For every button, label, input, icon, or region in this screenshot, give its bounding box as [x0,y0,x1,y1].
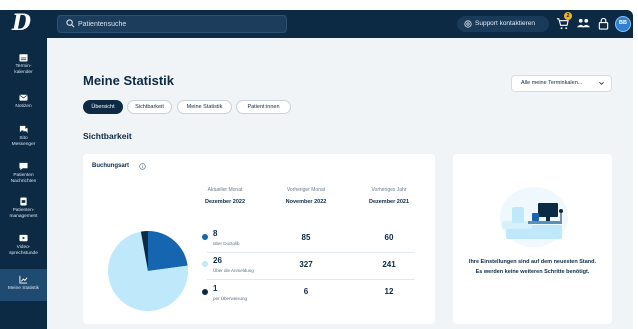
sidebar-item-label: Notizen [15,104,32,109]
cell-value: 6 [303,287,309,296]
tab-patientinnen[interactable]: Patient:innen [236,100,291,114]
row-label: über Doctolib [213,241,240,246]
app-frame: D Patientensuche Support kontaktieren 2 … [0,0,638,329]
column-header: Aktueller Monat [207,187,243,193]
sidebar-item-label: kalender [14,70,33,75]
row-value: 26 [213,256,222,265]
chart-icon [19,275,28,284]
lock-icon[interactable] [597,17,610,30]
cell-value: 327 [299,260,313,269]
cell-value: 12 [384,287,394,296]
cell-value: 60 [384,233,394,242]
row-value: 1 [213,284,218,293]
calendar-filter-select[interactable]: Alle meine Terminkalen... [511,75,612,92]
tab-meine-statistik[interactable]: Meine Statistik [177,100,232,114]
search-icon [66,19,75,28]
bookings-card-title: Buchungsart [92,163,130,169]
legend-dot [202,261,208,267]
calendar-filter-value: Alle meine Terminkalen... [521,80,583,86]
row-value: 8 [213,229,218,238]
bookings-card: Buchungsart Aktueller Monat Dezember 202… [83,154,435,324]
chevron-down-icon [599,81,604,85]
sidebar: Termin- kalender Notizen Sito Messenger … [0,38,47,329]
notification-badge: 2 [564,12,572,20]
sidebar-item-label: Messenger [11,142,36,147]
sidebar-item-terminkalender[interactable]: Termin- kalender [0,53,47,76]
support-button[interactable]: Support kontaktieren [457,16,549,32]
column-header: Vorheriger Monat [286,187,326,193]
user-avatar[interactable]: BB [615,16,631,32]
page-title: Meine Statistik [83,73,175,88]
file-icon [20,197,27,206]
calendar-icon [19,54,28,62]
sidebar-item-messenger[interactable]: Sito Messenger [0,125,47,148]
sidebar-item-label: sprechstunde [9,251,38,256]
legend-dot [202,289,208,295]
app-logo[interactable]: D [12,11,38,35]
help-icon [464,20,472,28]
settings-status-card: Ihre Einstellungen sind auf dem neuesten… [453,154,612,324]
row-divider [207,279,415,280]
search-placeholder: Patientensuche [78,21,127,28]
video-icon [19,234,28,242]
row-divider [207,252,415,253]
chat-icon [19,125,28,134]
patient-search-input[interactable]: Patientensuche [57,15,287,33]
column-period: Dezember 2022 [204,199,246,205]
sidebar-item-label: Meine Statistik [7,286,40,291]
team-icon[interactable] [577,17,590,30]
tab-uebersicht[interactable]: Übersicht [83,100,123,114]
legend-dot [202,234,208,240]
bookings-pie-chart [108,231,188,311]
row-label: per Überweisung [213,296,248,301]
mail-icon [19,94,28,101]
support-label: Support kontaktieren [475,20,535,27]
cell-value: 241 [382,260,396,269]
sidebar-item-meine-statistik[interactable]: Meine Statistik [0,269,47,301]
tab-sichtbarkeit[interactable]: Sichtbarkeit [127,100,172,114]
sidebar-item-patientenmanagement[interactable]: Patienten- management [0,197,47,220]
sidebar-item-label: Nachrichten [10,179,37,184]
cell-value: 85 [301,233,311,242]
info-icon[interactable] [139,163,146,170]
sidebar-item-videosprechstunde[interactable]: Video- sprechstunde [0,234,47,257]
message-icon [19,162,28,171]
section-title: Sichtbarkeit [83,131,132,141]
sidebar-item-notizen[interactable]: Notizen [0,93,47,110]
row-label: Über die Anmeldung [213,268,254,273]
column-header: Vorheriges Jahr [371,187,407,193]
sidebar-item-label: management [9,214,38,219]
sidebar-item-patienten-nachrichten[interactable]: Patienten Nachrichten [0,162,47,185]
column-period: November 2022 [285,199,327,205]
column-period: Dezember 2021 [368,199,410,205]
settings-status-message: Ihre Einstellungen sind auf dem neuesten… [468,259,597,275]
workspace-illustration [500,187,568,247]
pie-slice [148,231,188,271]
